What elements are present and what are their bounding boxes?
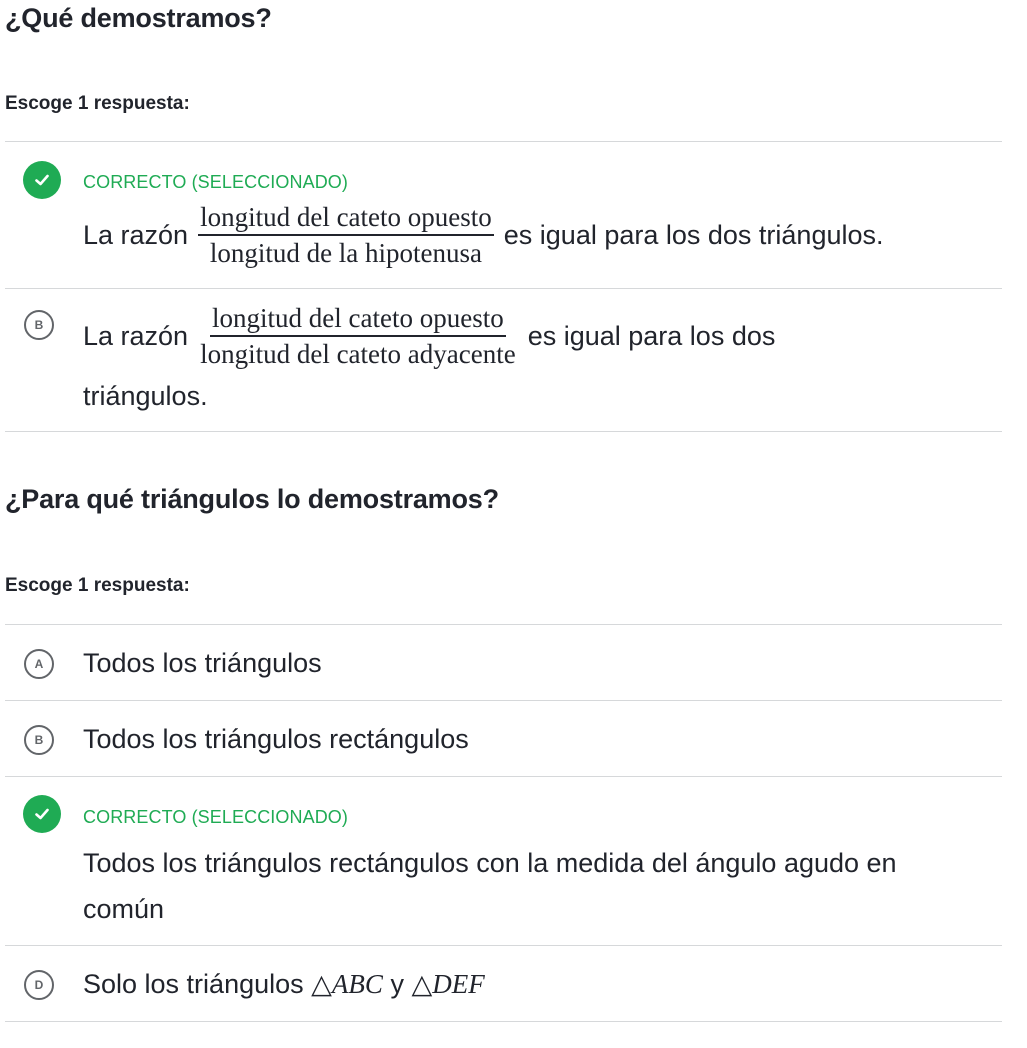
q2-choice-b[interactable]: B Todos los triángulos rectángulos (5, 701, 1002, 776)
choice-text-line-1: Todos los triángulos rectángulos con la … (83, 848, 897, 878)
triangle-def: △DEF (411, 969, 484, 999)
correct-badge (23, 161, 61, 199)
choice-text: La razón longitud del cateto opuesto longi… (83, 200, 884, 270)
question-1-title: ¿Qué demostramos? (5, 3, 272, 33)
choice-suffix: es igual para los dos triángulos. (503, 220, 884, 250)
choice-prefix: La razón (83, 321, 189, 351)
status-label: CORRECTO (SELECCIONADO) (83, 807, 348, 827)
divider (5, 1021, 1002, 1022)
choice-text: La razón longitud del cateto opuesto longi… (83, 301, 775, 371)
exercise-page: ¿Qué demostramos? Escoge 1 respuesta: CO… (0, 0, 1027, 1048)
triangle-symbol: △ (411, 969, 433, 999)
choice-text: Todos los triángulos (83, 648, 322, 678)
q2-choice-c[interactable]: CORRECTO (SELECCIONADO) Todos los triáng… (5, 777, 1002, 945)
q2-choice-a[interactable]: A Todos los triángulos (5, 625, 1002, 700)
check-icon (35, 174, 49, 186)
q1-choice-b[interactable]: B La razón longitud del cateto opuesto lon… (5, 289, 1002, 431)
choice-text: Solo los triángulos △ABC y △DEF (83, 961, 485, 1007)
choice-letter-badge: B (24, 310, 54, 340)
fraction: longitud del cateto opuesto longitud del … (198, 301, 518, 371)
choice-text: Todos los triángulos rectángulos (83, 724, 469, 754)
choice-connector: y (390, 969, 404, 999)
question-1-instruction: Escoge 1 respuesta: (5, 93, 190, 114)
choice-suffix: es igual para los dos (527, 321, 776, 351)
status-label: CORRECTO (SELECCIONADO) (83, 172, 348, 192)
fraction-denominator: longitud de la hipotenusa (209, 238, 483, 268)
fraction-numerator: longitud del cateto opuesto (210, 301, 506, 337)
triangle-abc: △ABC (311, 969, 383, 999)
choice-letter-badge: D (24, 970, 54, 1000)
choice-prefix: La razón (83, 220, 189, 250)
triangle-symbol: △ (311, 969, 332, 999)
triangle-name: DEF (432, 969, 485, 999)
q1-choice-a[interactable]: CORRECTO (SELECCIONADO) La razón longitud… (5, 142, 1002, 288)
check-icon (35, 808, 49, 820)
fraction-numerator: longitud del cateto opuesto (198, 200, 494, 236)
choice-text-before: Solo los triángulos (83, 969, 304, 999)
choice-letter-badge: A (24, 649, 54, 679)
question-2-instruction: Escoge 1 respuesta: (5, 575, 190, 596)
correct-badge (23, 795, 61, 833)
choice-text-line-2: común (83, 894, 165, 924)
choice-letter-badge: B (24, 725, 54, 755)
divider (5, 431, 1002, 432)
fraction: longitud del cateto opuesto longitud de l… (198, 200, 494, 270)
triangle-name: ABC (331, 969, 383, 999)
fraction-denominator: longitud del cateto adyacente (200, 339, 516, 369)
q2-choice-d[interactable]: D Solo los triángulos △ABC y △DEF (5, 946, 1002, 1021)
choice-continuation: triángulos. (83, 381, 208, 411)
question-2-title: ¿Para qué triángulos lo demostramos? (5, 484, 499, 514)
